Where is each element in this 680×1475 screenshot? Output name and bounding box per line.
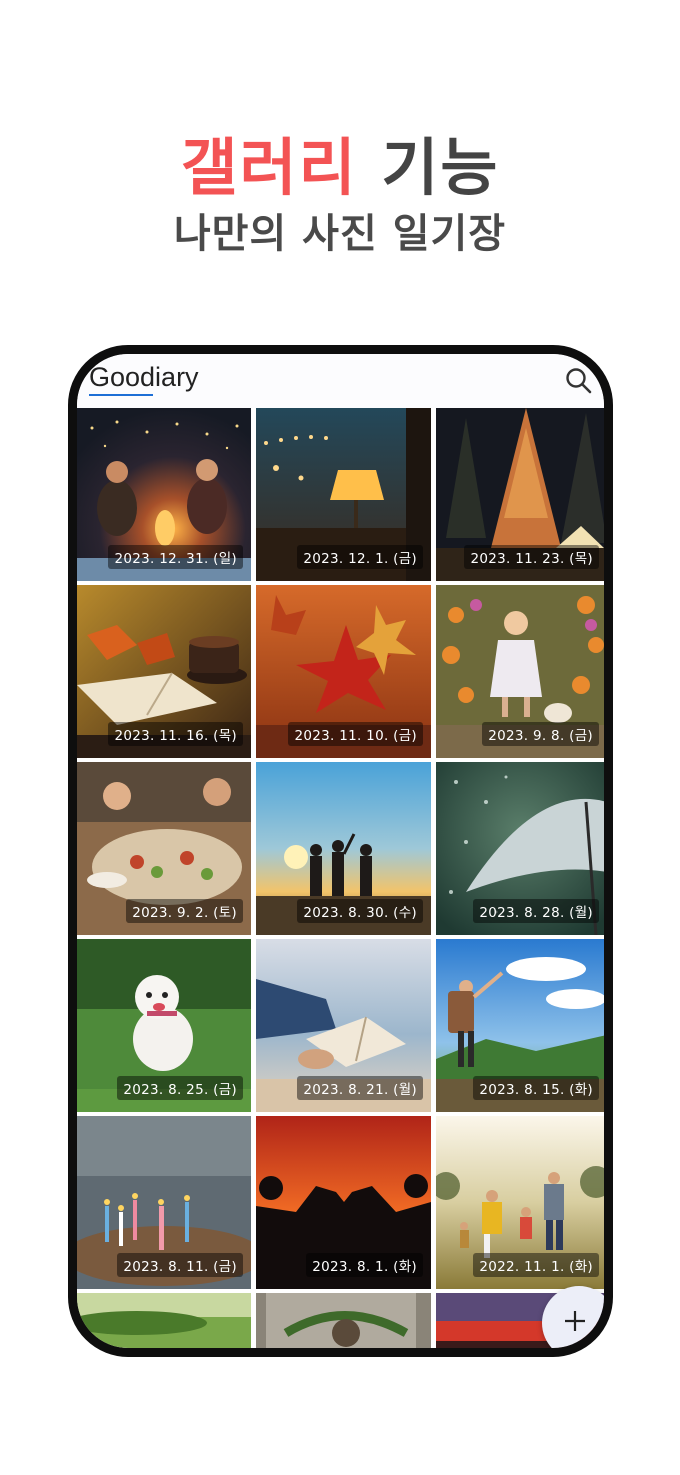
gallery-item-hiker[interactable]: 2023. 8. 15. (화): [436, 939, 604, 1112]
gallery-item-family-walk[interactable]: 2022. 11. 1. (화): [436, 1116, 604, 1289]
photo-date-label: 2022. 11. 1. (화): [473, 1253, 599, 1277]
app-title-underline: [89, 394, 153, 396]
gallery-item-forest-tent[interactable]: 2023. 11. 23. (목): [436, 408, 604, 581]
gallery-item-girl-flowers[interactable]: 2023. 9. 8. (금): [436, 585, 604, 758]
gallery-item-maple[interactable]: 2023. 11. 10. (금): [256, 585, 431, 758]
photo-date-label: 2023. 8. 30. (수): [297, 899, 423, 923]
photo-date-label: 2023. 8. 25. (금): [117, 1076, 243, 1100]
gallery-item-campfire[interactable]: 2023. 12. 31. (일): [77, 408, 251, 581]
gallery-item-green-park[interactable]: [77, 1293, 251, 1348]
app-header: Goodiary: [77, 354, 604, 408]
green-park-photo: [77, 1293, 251, 1348]
photo-date-label: 2023. 8. 1. (화): [306, 1253, 423, 1277]
gallery-item-cafe[interactable]: 2023. 12. 1. (금): [256, 408, 431, 581]
photo-date-label: 2023. 11. 23. (목): [464, 545, 599, 569]
photo-date-label: 2023. 8. 15. (화): [473, 1076, 599, 1100]
stone-wreath-photo: [256, 1293, 431, 1348]
search-icon[interactable]: [564, 366, 594, 396]
promo-headline: 갤러리 기능: [0, 128, 680, 208]
photo-grid: 2023. 12. 31. (일) 2023. 12. 1. (금) 2023.…: [77, 408, 604, 1348]
photo-date-label: 2023. 8. 11. (금): [117, 1253, 243, 1277]
headline-accent: 갤러리: [180, 131, 358, 204]
photo-date-label: 2023. 9. 8. (금): [482, 722, 599, 746]
gallery-item-book-coffee[interactable]: 2023. 11. 16. (목): [77, 585, 251, 758]
photo-date-label: 2023. 11. 16. (목): [108, 722, 243, 746]
gallery-item-stone-wreath[interactable]: [256, 1293, 431, 1348]
photo-date-label: 2023. 11. 10. (금): [288, 722, 423, 746]
phone-frame: Goodiary 2023. 12. 31. (일) 2023. 12. 1. …: [68, 345, 613, 1357]
gallery-item-reading-beach[interactable]: 2023. 8. 21. (월): [256, 939, 431, 1112]
photo-date-label: 2023. 12. 1. (금): [297, 545, 423, 569]
gallery-item-birthday[interactable]: 2023. 8. 11. (금): [77, 1116, 251, 1289]
photo-date-label: 2023. 8. 21. (월): [297, 1076, 423, 1100]
promo-subheadline: 나만의 사진 일기장: [173, 211, 507, 257]
headline-rest: 기능: [381, 131, 500, 204]
photo-date-label: 2023. 9. 2. (토): [126, 899, 243, 923]
photo-date-label: 2023. 12. 31. (일): [108, 545, 243, 569]
gallery-item-heart-hands[interactable]: 2023. 8. 1. (화): [256, 1116, 431, 1289]
gallery-item-dinner[interactable]: 2023. 9. 2. (토): [77, 762, 251, 935]
app-title: Goodiary: [89, 362, 199, 392]
gallery-item-sunset-friends[interactable]: 2023. 8. 30. (수): [256, 762, 431, 935]
plus-icon: [565, 1311, 585, 1331]
app-screen: Goodiary 2023. 12. 31. (일) 2023. 12. 1. …: [77, 354, 604, 1348]
gallery-item-white-dog[interactable]: 2023. 8. 25. (금): [77, 939, 251, 1112]
photo-date-label: 2023. 8. 28. (월): [473, 899, 599, 923]
gallery-item-umbrella[interactable]: 2023. 8. 28. (월): [436, 762, 604, 935]
